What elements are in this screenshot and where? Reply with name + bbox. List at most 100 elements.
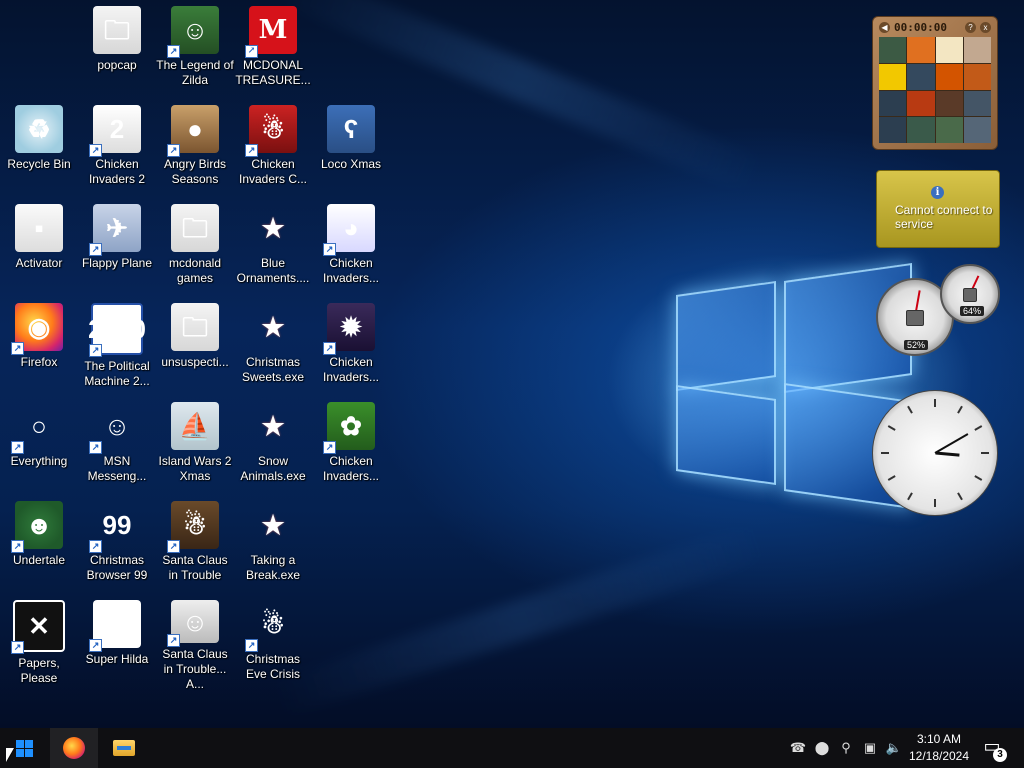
shortcut-arrow-icon: ↗ [89, 441, 102, 454]
desktop-icon-papers-please[interactable]: ✕ ↗ Papers, Please [0, 596, 78, 692]
taskbar-file-explorer[interactable] [100, 728, 148, 768]
network-error-icon[interactable]: ☎ [786, 740, 810, 756]
desktop-icon-label: Taking a Break.exe [245, 553, 301, 582]
shortcut-arrow-icon: ↗ [89, 540, 102, 553]
desktop-icon-mcdonald-games[interactable]: 🗀 mcdonald games [156, 200, 234, 296]
clock-tick [957, 405, 963, 414]
star-icon: ★ [261, 213, 285, 243]
desktop-icon-chicken-invaders-d[interactable]: ✿ ↗ Chicken Invaders... [312, 398, 390, 494]
desktop-icon-blue-ornaments[interactable]: ★ Blue Ornaments.... [234, 200, 312, 296]
desktop-icon-loco-xmas[interactable]: ʕ Loco Xmas [312, 101, 390, 197]
puzzle-tile[interactable] [879, 37, 907, 63]
clock-tick [974, 425, 983, 431]
puzzle-tile[interactable] [907, 117, 935, 143]
firefox-icon: ◉ ↗ [11, 303, 63, 355]
desktop-icon-super-hilda[interactable]: ▦ ↗ Super Hilda [78, 596, 156, 692]
info-icon: i [931, 186, 944, 199]
folder-icon: 🗀 [93, 6, 141, 54]
action-center-button[interactable]: ▭ 3 [980, 736, 1007, 762]
desktop-icon-chicken-invaders-b[interactable]: ✹ ↗ Chicken Invaders... [312, 299, 390, 395]
puzzle-tile[interactable] [907, 37, 935, 63]
desktop-icon-label: mcdonald games [168, 256, 222, 285]
desktop-icon-flappy-plane[interactable]: ✈ ↗ Flappy Plane [78, 200, 156, 296]
puzzle-tile[interactable] [907, 63, 935, 90]
desktop-icon-taking-a-break[interactable]: ★ Taking a Break.exe [234, 497, 312, 593]
puzzle-tile[interactable] [963, 63, 991, 90]
puzzle-pause-button[interactable]: ◀ [879, 21, 890, 33]
weather-gadget[interactable]: i Cannot connect to service [876, 170, 1000, 248]
puzzle-tile[interactable] [935, 117, 963, 143]
search-tool-icon[interactable]: ⚲ [834, 740, 858, 756]
desktop-icon-label: Flappy Plane [81, 256, 153, 270]
puzzle-tile[interactable] [935, 37, 963, 63]
shortcut-arrow-icon: ↗ [167, 540, 180, 553]
shortcut-arrow-icon: ↗ [11, 342, 24, 355]
firefox-icon [63, 737, 85, 759]
windows-logo-pane [676, 280, 776, 392]
puzzle-tile[interactable] [907, 90, 935, 117]
desktop-icon-label: Firefox [20, 355, 58, 369]
puzzle-tile[interactable] [963, 37, 991, 63]
network-icon[interactable]: ▣ [858, 740, 882, 756]
santa-icon: ☺ ↗ [167, 600, 219, 647]
desktop-icon-undertale[interactable]: ☻ ↗ Undertale [0, 497, 78, 593]
puzzle-tile[interactable] [935, 90, 963, 117]
shortcut-arrow-icon: ↗ [245, 45, 258, 58]
desktop-icon-christmas-browser-99[interactable]: 99 ↗ Christmas Browser 99 [78, 497, 156, 593]
desktop-icon-santa-claus-trouble[interactable]: ☃ ↗ Santa Claus in Trouble [156, 497, 234, 593]
desktop-icon-unsuspecti[interactable]: 🗀 unsuspecti... [156, 299, 234, 395]
puzzle-tile[interactable] [963, 117, 991, 143]
desktop-icon-label: Christmas Sweets.exe [241, 355, 305, 384]
desktop-icon-label: Island Wars 2 Xmas [158, 454, 232, 483]
desktop-icon-popcap[interactable]: 🗀 popcap [78, 2, 156, 98]
puzzle-help-button[interactable]: ? [965, 21, 976, 33]
desktop-icon-label: Santa Claus in Trouble... A... [162, 647, 228, 691]
volume-muted-icon[interactable]: 🔈 [882, 740, 906, 756]
taskbar-clock[interactable]: 3:10 AM 12/18/2024 [904, 731, 974, 765]
desktop-icon-everything[interactable]: ○ ↗ Everything [0, 398, 78, 494]
shortcut-arrow-icon: ↗ [167, 144, 180, 157]
desktop-icon-christmas-sweets[interactable]: ★ Christmas Sweets.exe [234, 299, 312, 395]
shortcut-arrow-icon: ↗ [89, 243, 102, 256]
desktop-icon-chicken-invaders-c[interactable]: ☃ ↗ Chicken Invaders C... [234, 101, 312, 197]
clock-tick [907, 492, 913, 501]
magnifier-icon: ○ ↗ [11, 402, 63, 454]
desktop-icon-firefox[interactable]: ◉ ↗ Firefox [0, 299, 78, 395]
desktop-icon-mcdonalds-treasure[interactable]: M ↗ MCDONAL TREASURE... [234, 2, 312, 98]
shortcut-arrow-icon: ↗ [245, 639, 258, 652]
desktop-icon-label: Chicken Invaders 2 [88, 157, 146, 186]
puzzle-tile[interactable] [935, 63, 963, 90]
game-character-icon: ☺ ↗ [167, 6, 219, 58]
droplet-icon[interactable]: ⬤ [810, 740, 834, 756]
plane-icon: ✈ ↗ [89, 204, 141, 256]
shortcut-arrow-icon: ↗ [89, 344, 102, 357]
desktop-icon-recycle-bin[interactable]: ♻ Recycle Bin [0, 101, 78, 197]
puzzle-tile[interactable] [879, 63, 907, 90]
desktop-icon-legend-zilda[interactable]: ☺ ↗ The Legend of Zilda [156, 2, 234, 98]
desktop-icon-angry-birds-seasons[interactable]: ● ↗ Angry Birds Seasons [156, 101, 234, 197]
puzzle-tile[interactable] [879, 117, 907, 143]
desktop-icon-island-wars-2[interactable]: ⛵ Island Wars 2 Xmas [156, 398, 234, 494]
chicken-icon: ✹ ↗ [323, 303, 375, 355]
clock-tick [887, 425, 896, 431]
desktop-icon-label: Christmas Eve Crisis [245, 652, 300, 681]
taskbar-firefox[interactable] [50, 728, 98, 768]
minute-hand [934, 433, 969, 454]
desktop-icon-msn-messenger[interactable]: ☺ ↗ MSN Messeng... [78, 398, 156, 494]
puzzle-tile[interactable] [879, 90, 907, 117]
clock-tick [974, 475, 983, 481]
desktop-icon-snow-animals[interactable]: ★ Snow Animals.exe [234, 398, 312, 494]
desktop-icon-chicken-invaders-2[interactable]: 2 ↗ Chicken Invaders 2 [78, 101, 156, 197]
desktop-icon-santa-claus-trouble-a[interactable]: ☺ ↗ Santa Claus in Trouble... A... [156, 596, 234, 692]
desktop-icon-activator[interactable]: ▪ Activator [0, 200, 78, 296]
desktop-icon-christmas-eve-crisis[interactable]: ☃ ↗ Christmas Eve Crisis [234, 596, 312, 692]
taskbar-date: 12/18/2024 [908, 749, 970, 763]
puzzle-close-button[interactable]: x [980, 21, 991, 33]
desktop-icon-political-machine[interactable]: 2020 ↗ The Political Machine 2... [78, 299, 156, 395]
picture-puzzle-gadget[interactable]: ◀ 00:00:00 ? x [872, 16, 998, 150]
windows-logo-pane [676, 384, 776, 486]
desktop-icon-chicken-invaders-a[interactable]: ◕ ↗ Chicken Invaders... [312, 200, 390, 296]
desktop-icon-label: Everything [10, 454, 68, 468]
puzzle-tile[interactable] [963, 90, 991, 117]
clock-tick [881, 452, 889, 454]
